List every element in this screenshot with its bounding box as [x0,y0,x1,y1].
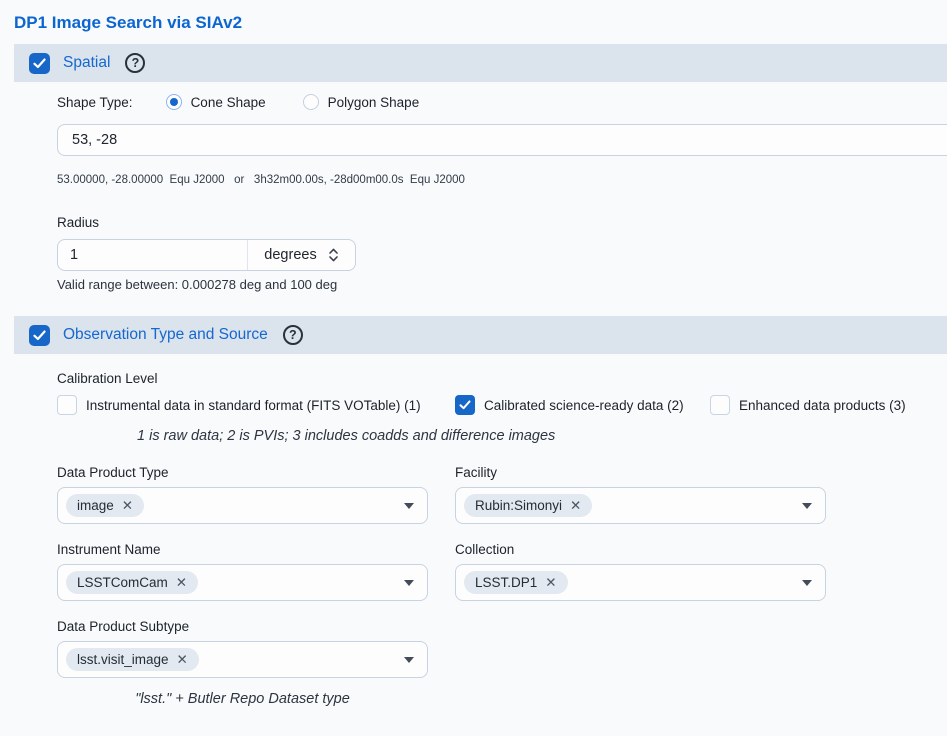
chevron-down-icon [404,503,414,509]
data-product-subtype-combobox[interactable]: lsst.visit_image ✕ [57,641,428,678]
chip-lsst-visit-image-label: lsst.visit_image [77,652,169,667]
collection-label: Collection [455,542,826,557]
check-icon [33,58,46,69]
chip-rubin-simonyi-label: Rubin:Simonyi [475,498,562,513]
checkbox-unchecked-icon [57,395,77,415]
calibration-checkbox-row: Instrumental data in standard format (FI… [57,395,947,415]
chevron-down-icon [404,580,414,586]
radio-polygon-shape-label: Polygon Shape [328,95,420,110]
chip-lsst-visit-image: lsst.visit_image ✕ [66,648,199,671]
instrument-name-combobox[interactable]: LSSTComCam ✕ [57,564,428,601]
chevron-down-icon [802,503,812,509]
radius-label: Radius [57,215,947,230]
chip-lsstcomcam: LSSTComCam ✕ [66,571,198,594]
spatial-section-label[interactable]: Spatial [63,54,110,72]
chip-lsst-dp1-label: LSST.DP1 [475,575,537,590]
calibration-note: 1 is raw data; 2 is PVIs; 3 includes coa… [137,428,947,444]
checkbox-calibrated-data-label: Calibrated science-ready data (2) [484,398,684,413]
radio-unselected-icon [303,94,319,110]
checkbox-calibrated-data[interactable]: Calibrated science-ready data (2) [455,395,710,415]
spatial-section-content: Shape Type: Cone Shape Polygon Shape 53.… [0,94,947,292]
radio-cone-shape[interactable]: Cone Shape [166,94,266,110]
chevron-down-icon [802,580,812,586]
calibration-level-label: Calibration Level [57,371,947,386]
facility-combobox[interactable]: Rubin:Simonyi ✕ [455,487,826,524]
radius-unit-value: degrees [264,247,316,263]
spatial-section-header: Spatial ? [14,44,947,82]
observation-section-checkbox[interactable] [29,325,50,346]
page-title: DP1 Image Search via SIAv2 [14,13,947,33]
spatial-help-icon[interactable]: ? [125,53,145,73]
observation-fields-grid: Data Product Type image ✕ Facility Rubin… [57,465,947,725]
chip-remove-icon[interactable]: ✕ [176,576,187,590]
chevron-down-icon [404,657,414,663]
data-product-subtype-label: Data Product Subtype [57,619,428,634]
spatial-section-checkbox[interactable] [29,53,50,74]
facility-label: Facility [455,465,826,480]
chip-remove-icon[interactable]: ✕ [177,653,188,667]
chip-lsst-dp1: LSST.DP1 ✕ [464,571,568,594]
radius-input[interactable] [58,240,248,270]
instrument-name-label: Instrument Name [57,542,428,557]
field-instrument-name: Instrument Name LSSTComCam ✕ [57,542,428,601]
field-data-product-subtype: Data Product Subtype lsst.visit_image ✕ … [57,619,428,707]
observation-help-icon[interactable]: ? [283,325,303,345]
radius-input-group: degrees [57,239,356,271]
checkbox-instrumental-data-label: Instrumental data in standard format (FI… [86,398,421,413]
radio-cone-shape-label: Cone Shape [191,95,266,110]
chip-remove-icon[interactable]: ✕ [570,499,581,513]
radius-valid-range-hint: Valid range between: 0.000278 deg and 10… [57,277,947,292]
chip-remove-icon[interactable]: ✕ [122,499,133,513]
chip-remove-icon[interactable]: ✕ [545,576,556,590]
checkbox-instrumental-data[interactable]: Instrumental data in standard format (FI… [57,395,455,415]
observation-section-label[interactable]: Observation Type and Source [63,326,268,344]
data-product-type-label: Data Product Type [57,465,428,480]
observation-section-header: Observation Type and Source ? [14,316,947,354]
observation-section-content: Calibration Level Instrumental data in s… [0,371,947,725]
data-product-type-combobox[interactable]: image ✕ [57,487,428,524]
field-data-product-type: Data Product Type image ✕ [57,465,428,524]
shape-type-row: Shape Type: Cone Shape Polygon Shape [57,94,947,110]
radius-unit-select[interactable]: degrees [248,240,355,270]
chip-image-label: image [77,498,114,513]
checkbox-unchecked-icon [710,395,730,415]
field-collection: Collection LSST.DP1 ✕ [455,542,826,601]
collection-combobox[interactable]: LSST.DP1 ✕ [455,564,826,601]
position-coordinate-hint: 53.00000, -28.00000 Equ J2000 or 3h32m00… [57,174,947,186]
check-icon [459,400,471,410]
subtype-note: "lsst." + Butler Repo Dataset type [57,691,428,707]
radio-polygon-shape[interactable]: Polygon Shape [303,94,420,110]
empty-grid-cell [455,619,826,725]
chip-image: image ✕ [66,494,144,517]
chip-rubin-simonyi: Rubin:Simonyi ✕ [464,494,592,517]
checkbox-enhanced-products[interactable]: Enhanced data products (3) [710,395,906,415]
shape-type-label: Shape Type: [57,95,133,110]
chip-lsstcomcam-label: LSSTComCam [77,575,168,590]
field-facility: Facility Rubin:Simonyi ✕ [455,465,826,524]
checkbox-checked-icon [455,395,475,415]
position-input[interactable] [57,124,947,156]
stepper-chevrons-icon [328,246,339,264]
radio-selected-icon [166,94,182,110]
check-icon [33,330,46,341]
checkbox-enhanced-products-label: Enhanced data products (3) [739,398,906,413]
